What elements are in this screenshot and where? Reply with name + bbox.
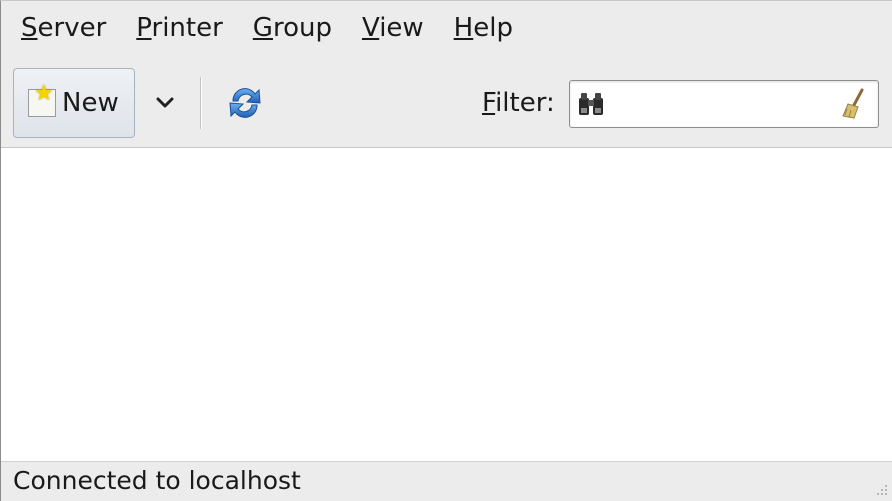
new-button-label: New — [62, 88, 119, 118]
menu-server[interactable]: Server — [21, 13, 106, 43]
print-settings-window: Server Printer Group View Help ★ New Fil… — [0, 0, 892, 501]
chevron-down-icon — [156, 97, 174, 108]
status-text: Connected to localhost — [13, 466, 301, 495]
statusbar: Connected to localhost — [1, 461, 892, 501]
menu-help[interactable]: Help — [454, 13, 513, 43]
menu-view[interactable]: View — [362, 13, 424, 43]
refresh-button[interactable] — [223, 81, 267, 125]
filter-label: Filter: — [482, 88, 555, 118]
menu-group[interactable]: Group — [253, 13, 332, 43]
new-dropdown-button[interactable] — [150, 88, 180, 118]
resize-grip-icon[interactable] — [870, 480, 890, 500]
refresh-icon — [229, 88, 261, 118]
new-document-icon: ★ — [26, 83, 58, 119]
toolbar-separator — [200, 77, 201, 129]
broom-icon[interactable] — [838, 87, 868, 121]
menubar: Server Printer Group View Help — [1, 1, 892, 55]
printer-list[interactable] — [1, 148, 892, 461]
menu-printer[interactable]: Printer — [136, 13, 223, 43]
new-button[interactable]: ★ New — [13, 68, 135, 138]
toolbar: ★ New Filter: — [1, 55, 892, 148]
filter-input[interactable] — [612, 87, 836, 123]
filter-field[interactable] — [569, 80, 879, 128]
binoculars-icon — [579, 93, 603, 115]
